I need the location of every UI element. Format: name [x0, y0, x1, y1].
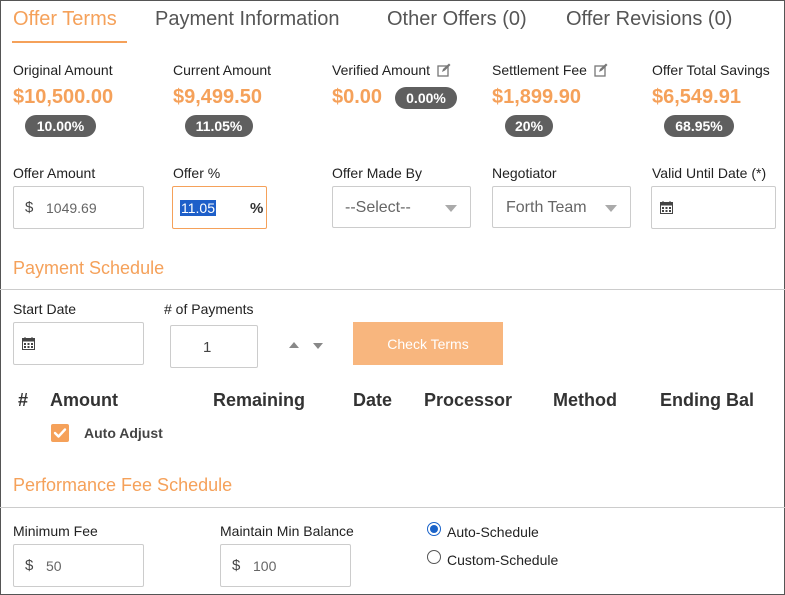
- column-header-ending-bal: Ending Bal: [660, 390, 754, 410]
- column-header-processor: Processor: [424, 390, 513, 410]
- auto-adjust-checkbox[interactable]: [51, 424, 69, 442]
- check-terms-button[interactable]: Check Terms: [353, 322, 503, 365]
- offer-made-by-selected: --Select--: [345, 199, 411, 216]
- valid-until-date-input[interactable]: [651, 186, 776, 229]
- auto-adjust-label: Auto Adjust: [84, 425, 163, 441]
- current-amount-label: Current Amount: [173, 62, 272, 78]
- edit-icon[interactable]: [594, 63, 608, 77]
- percent-suffix: %: [250, 200, 264, 217]
- offer-total-savings-label: Offer Total Savings: [652, 62, 770, 78]
- negotiator-select[interactable]: Forth Team: [492, 186, 631, 228]
- verified-amount-value: $0.00: [332, 86, 383, 108]
- maintain-min-balance-label: Maintain Min Balance: [220, 523, 354, 539]
- payment-schedule-title: Payment Schedule: [13, 258, 165, 278]
- tab-offer-revisions[interactable]: Offer Revisions (0): [566, 8, 732, 31]
- currency-prefix: $: [25, 557, 34, 574]
- column-header-method: Method: [553, 390, 617, 410]
- maintain-min-balance-input[interactable]: $ 100: [220, 544, 351, 587]
- active-tab-indicator: [12, 41, 127, 43]
- negotiator-selected: Forth Team: [506, 199, 587, 216]
- offer-amount-label: Offer Amount: [13, 165, 96, 181]
- divider: [0, 289, 785, 290]
- original-amount-value: $10,500.00: [13, 86, 114, 108]
- tab-offer-terms[interactable]: Offer Terms: [13, 8, 117, 31]
- current-amount-value: $9,499.50: [173, 86, 262, 108]
- column-header-amount: Amount: [50, 390, 118, 410]
- column-header-number: #: [18, 390, 29, 410]
- num-payments-label: # of Payments: [164, 301, 254, 317]
- column-header-date: Date: [353, 390, 393, 410]
- tab-other-offers[interactable]: Other Offers (0): [387, 8, 527, 31]
- current-amount-badge: 11.05%: [185, 115, 253, 137]
- custom-schedule-radio[interactable]: [427, 550, 441, 564]
- currency-prefix: $: [25, 199, 34, 216]
- original-amount-label: Original Amount: [13, 62, 113, 78]
- offer-total-savings-value: $6,549.91: [652, 86, 741, 108]
- checkmark-icon: [53, 428, 67, 438]
- start-date-input[interactable]: [13, 322, 144, 365]
- negotiator-label: Negotiator: [492, 165, 557, 181]
- auto-schedule-radio[interactable]: [427, 522, 441, 536]
- chevron-down-icon: [605, 205, 617, 212]
- increment-icon[interactable]: [289, 342, 299, 348]
- auto-schedule-label: Auto-Schedule: [447, 524, 539, 540]
- calendar-icon: [22, 337, 35, 350]
- decrement-icon[interactable]: [313, 343, 323, 349]
- verified-amount-header: Verified Amount: [332, 62, 451, 78]
- minimum-fee-placeholder: 50: [46, 558, 62, 574]
- offer-amount-input[interactable]: $ 1049.69: [13, 186, 144, 229]
- offer-percent-value: 11.05: [180, 200, 216, 216]
- settlement-fee-value: $1,899.90: [492, 86, 581, 108]
- custom-schedule-label: Custom-Schedule: [447, 552, 559, 568]
- chevron-down-icon: [445, 205, 457, 212]
- offer-percent-input[interactable]: 11.05 %: [172, 186, 267, 229]
- currency-prefix: $: [232, 557, 241, 574]
- minimum-fee-label: Minimum Fee: [13, 523, 98, 539]
- start-date-label: Start Date: [13, 301, 77, 317]
- num-payments-input[interactable]: 1: [170, 325, 258, 368]
- tab-payment-information[interactable]: Payment Information: [155, 8, 340, 31]
- column-header-remaining: Remaining: [213, 390, 306, 410]
- verified-amount-label: Verified Amount: [332, 62, 431, 78]
- settlement-fee-badge: 20%: [505, 115, 553, 137]
- offer-made-by-label: Offer Made By: [332, 165, 423, 181]
- valid-until-date-label: Valid Until Date (*): [652, 165, 767, 181]
- edit-icon[interactable]: [437, 63, 451, 77]
- performance-fee-title: Performance Fee Schedule: [13, 475, 233, 495]
- minimum-fee-input[interactable]: $ 50: [13, 544, 144, 587]
- num-payments-value: 1: [203, 339, 212, 356]
- maintain-min-balance-placeholder: 100: [253, 558, 277, 574]
- offer-total-savings-badge: 68.95%: [664, 115, 734, 137]
- offer-made-by-select[interactable]: --Select--: [332, 186, 471, 228]
- calendar-icon: [660, 201, 673, 214]
- settlement-fee-header: Settlement Fee: [492, 62, 608, 78]
- verified-amount-badge: 0.00%: [395, 87, 457, 109]
- settlement-fee-label: Settlement Fee: [492, 62, 587, 78]
- offer-percent-label: Offer %: [173, 165, 221, 181]
- divider: [0, 507, 785, 508]
- offer-amount-placeholder: 1049.69: [46, 200, 97, 216]
- original-amount-badge: 10.00%: [25, 115, 96, 137]
